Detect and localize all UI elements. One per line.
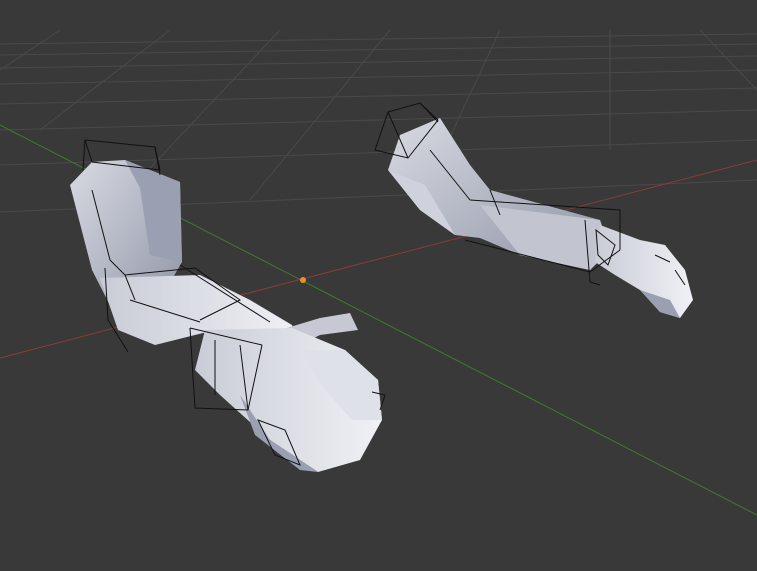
left-arm-mesh[interactable] — [70, 139, 386, 472]
3d-viewport[interactable] — [0, 0, 757, 571]
origin-point — [300, 277, 306, 283]
scene-canvas[interactable] — [0, 0, 757, 571]
right-arm-mesh[interactable] — [374, 102, 693, 318]
